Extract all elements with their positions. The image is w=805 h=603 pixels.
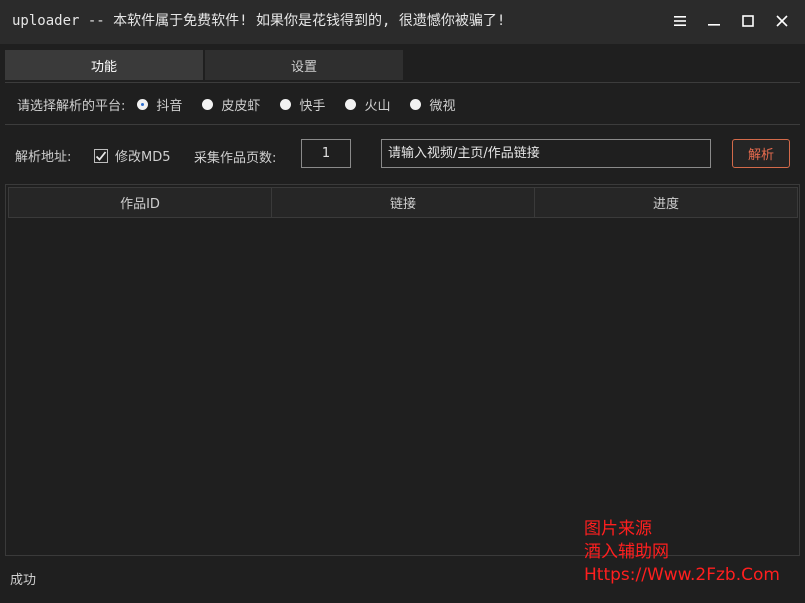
title-bar[interactable]: uploader -- 本软件属于免费软件! 如果你是花钱得到的, 很遗憾你被骗… [0, 0, 805, 44]
pages-label: 采集作品页数: [194, 151, 277, 166]
radio-label: 抖音 [156, 98, 183, 114]
divider [5, 124, 800, 125]
window-controls [667, 8, 795, 34]
close-icon[interactable] [769, 8, 795, 34]
app-window: uploader -- 本软件属于免费软件! 如果你是花钱得到的, 很遗憾你被骗… [0, 0, 805, 603]
tab-bar: 功能 设置 [5, 50, 403, 80]
column-header-progress[interactable]: 进度 [534, 187, 798, 218]
radio-pipixia[interactable]: 皮皮虾 [202, 95, 260, 114]
radio-unchecked-icon [410, 98, 422, 110]
platform-selector: 请选择解析的平台: 抖音 皮皮虾 快手 火山 微视 [17, 94, 475, 114]
radio-unchecked-icon [345, 98, 357, 110]
divider [5, 82, 800, 83]
radio-kuaishou[interactable]: 快手 [280, 95, 325, 114]
window-title: uploader -- 本软件属于免费软件! 如果你是花钱得到的, 很遗憾你被骗… [12, 13, 506, 29]
results-table[interactable]: 作品ID 链接 进度 [5, 184, 800, 556]
radio-huoshan[interactable]: 火山 [345, 95, 390, 114]
maximize-icon[interactable] [735, 8, 761, 34]
minimize-icon[interactable] [701, 8, 727, 34]
tab-features[interactable]: 功能 [5, 50, 203, 80]
radio-unchecked-icon [280, 98, 292, 110]
parse-button[interactable]: 解析 [732, 139, 790, 168]
md5-label: 修改MD5 [115, 150, 171, 165]
pages-input[interactable]: 1 [301, 139, 351, 168]
watermark-line: 图片来源 [584, 519, 652, 539]
radio-weishi[interactable]: 微视 [410, 95, 455, 114]
table-header: 作品ID 链接 进度 [8, 187, 798, 218]
radio-label: 微视 [429, 98, 456, 114]
status-text: 成功 [10, 573, 37, 588]
column-header-link[interactable]: 链接 [271, 187, 535, 218]
url-input[interactable]: 请输入视频/主页/作品链接 [381, 139, 711, 168]
address-row: 解析地址: 修改MD5 采集作品页数: 1 请输入视频/主页/作品链接 解析 [15, 139, 800, 169]
watermark: 图片来源 酒入辅助网 Https://Www.2Fzb.Com [584, 518, 780, 587]
radio-checked-icon [137, 98, 149, 110]
menu-icon[interactable] [667, 8, 693, 34]
checkmark-icon [94, 148, 108, 163]
tab-settings[interactable]: 设置 [205, 50, 403, 80]
radio-label: 快手 [299, 98, 326, 114]
radio-label: 火山 [364, 98, 391, 114]
radio-unchecked-icon [202, 98, 214, 110]
watermark-url: Https://Www.2Fzb.Com [584, 565, 780, 585]
md5-checkbox[interactable]: 修改MD5 [94, 146, 171, 165]
platform-label: 请选择解析的平台: [17, 98, 126, 114]
column-header-id[interactable]: 作品ID [8, 187, 272, 218]
radio-label: 皮皮虾 [221, 98, 261, 114]
watermark-line: 酒入辅助网 [584, 542, 669, 562]
radio-douyin[interactable]: 抖音 [137, 95, 182, 114]
address-label: 解析地址: [15, 150, 72, 165]
